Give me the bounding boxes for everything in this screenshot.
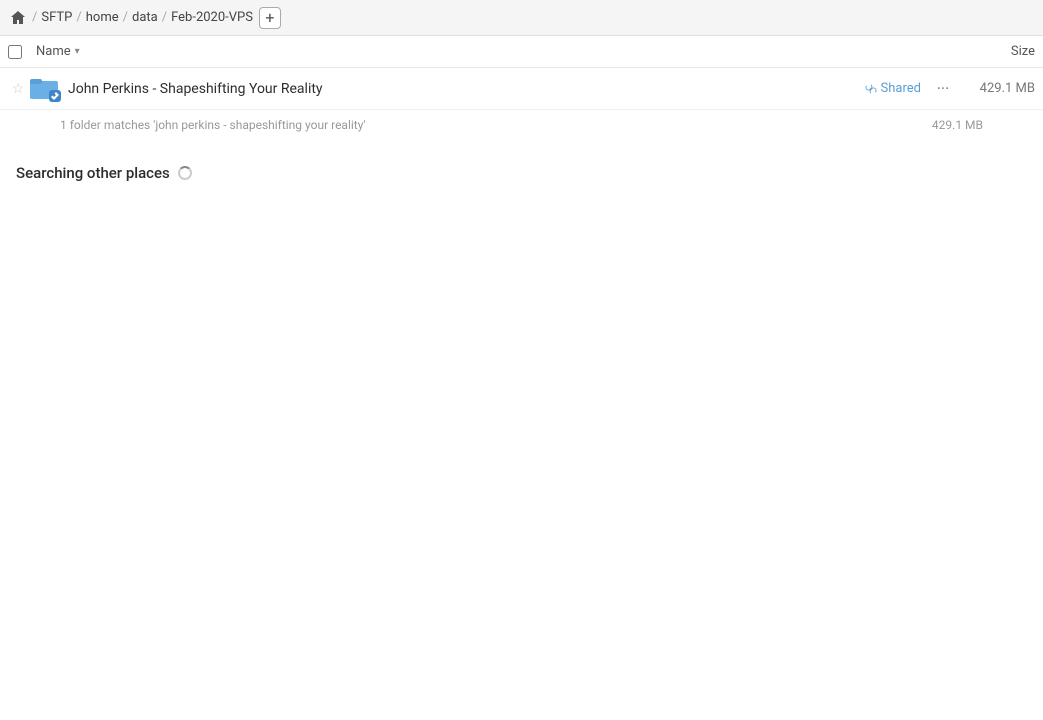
star-icon[interactable]: ☆ xyxy=(8,79,28,99)
name-column-label: Name xyxy=(36,44,71,59)
breadcrumb-home[interactable]: home xyxy=(86,10,119,25)
breadcrumb-data[interactable]: data xyxy=(132,10,158,25)
loading-spinner xyxy=(178,166,192,180)
select-all-checkbox[interactable] xyxy=(8,45,22,59)
name-column-header[interactable]: Name ▾ xyxy=(36,44,955,59)
toolbar: / SFTP / home / data / Feb-2020-VPS + xyxy=(0,0,1043,36)
name-sort-icon: ▾ xyxy=(75,46,80,57)
breadcrumb-separator-1: / xyxy=(32,10,37,25)
breadcrumb-feb2020vps[interactable]: Feb-2020-VPS xyxy=(171,10,253,25)
breadcrumb-separator-3: / xyxy=(123,10,128,25)
link-icon xyxy=(865,83,877,95)
more-options-button[interactable]: ··· xyxy=(929,75,957,103)
file-name: John Perkins - Shapeshifting Your Realit… xyxy=(68,81,865,97)
folder-icon-wrapper xyxy=(28,73,60,105)
table-row[interactable]: ☆ John Perkins - Shapeshifting Your Real… xyxy=(0,68,1043,110)
searching-section: Searching other places xyxy=(0,140,1043,190)
searching-label: Searching other places xyxy=(16,164,170,182)
breadcrumb-separator-4: / xyxy=(162,10,167,25)
shared-text: Shared xyxy=(881,81,921,96)
file-size: 429.1 MB xyxy=(965,81,1035,96)
shared-folder-badge xyxy=(49,90,61,102)
shared-label: Shared xyxy=(865,81,921,96)
select-all-checkbox-wrapper[interactable] xyxy=(8,45,36,59)
match-info: 429.1 MB 1 folder matches 'john perkins … xyxy=(0,110,1043,140)
breadcrumb-separator-2: / xyxy=(76,10,81,25)
match-text: 1 folder matches 'john perkins - shapesh… xyxy=(60,118,366,132)
home-icon[interactable] xyxy=(8,8,28,28)
size-column-header: Size xyxy=(955,44,1035,59)
add-breadcrumb-button[interactable]: + xyxy=(259,7,281,29)
match-size: 429.1 MB xyxy=(932,118,983,132)
column-headers: Name ▾ Size xyxy=(0,36,1043,68)
breadcrumb: / SFTP / home / data / Feb-2020-VPS + xyxy=(8,7,281,29)
breadcrumb-sftp[interactable]: SFTP xyxy=(41,10,72,25)
